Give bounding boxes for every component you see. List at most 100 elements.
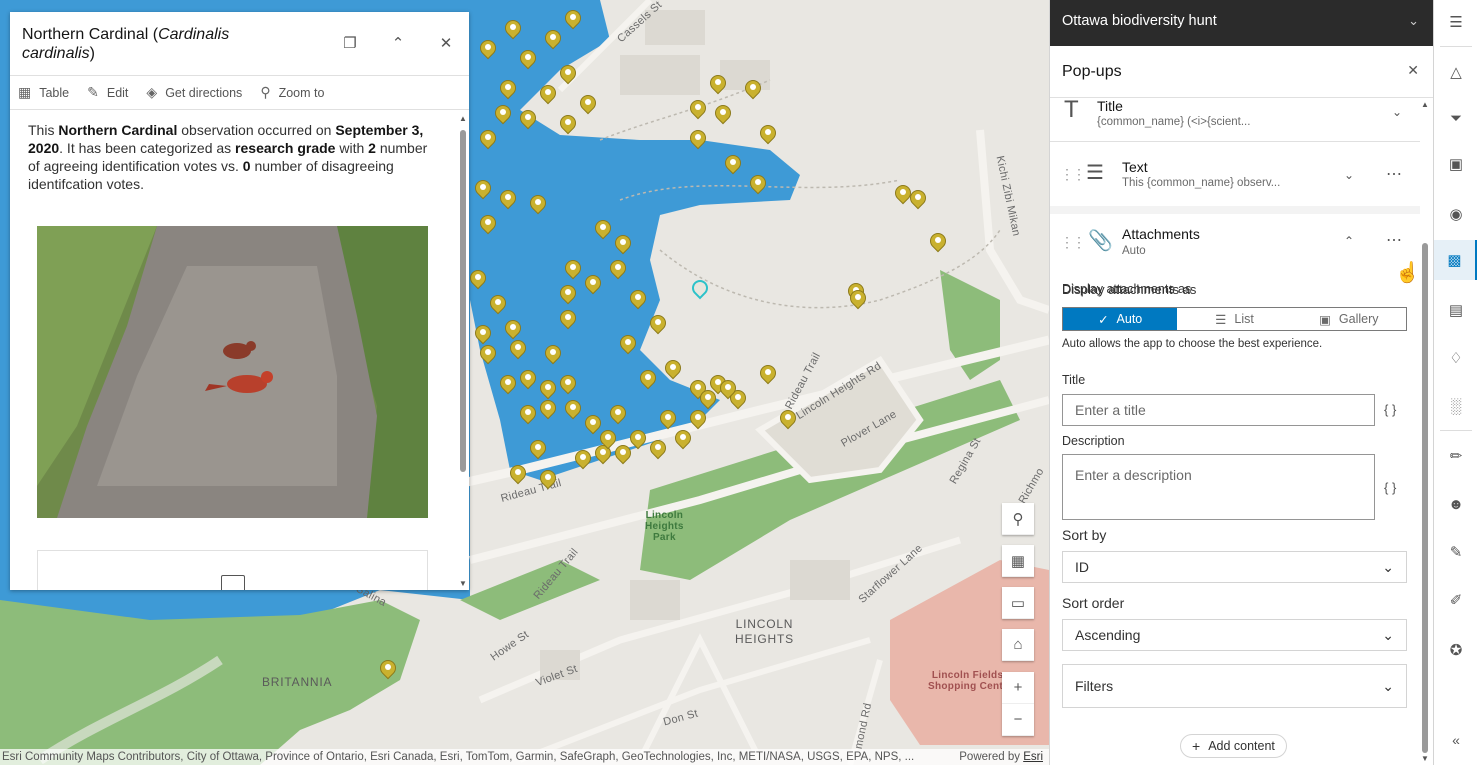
observation-pin-icon[interactable] [506,336,530,362]
observation-pin-icon[interactable] [686,406,710,432]
observation-pin-icon[interactable] [541,341,565,367]
app-bar[interactable]: Ottawa biodiversity hunt ⌄ [1050,0,1433,46]
observation-pin-icon[interactable] [606,256,630,282]
close-icon[interactable]: ✕ [1407,62,1419,79]
observation-pin-icon[interactable] [636,366,660,392]
observation-pin-icon[interactable] [556,61,580,87]
observation-pin-icon[interactable] [686,126,710,152]
drag-handle-icon[interactable]: ⋮⋮ [1060,234,1086,251]
observation-pin-icon[interactable] [741,76,765,102]
observation-pin-icon[interactable] [626,426,650,452]
search-icon[interactable]: ⚲ [1002,503,1034,535]
fullscreen-icon[interactable]: ▭ [1002,587,1034,619]
observation-pin-icon[interactable] [906,186,930,212]
panel-scrollbar[interactable]: ▲ ▼ [1421,98,1429,765]
description-input[interactable]: Enter a description [1062,454,1375,520]
filters-section[interactable]: Filters ⌄ [1062,664,1407,708]
chevron-down-icon[interactable]: ⌄ [1344,168,1354,182]
observation-pin-icon[interactable] [671,426,695,452]
observation-pin-icon[interactable] [711,101,735,127]
sort-by-select[interactable]: ID ⌄ [1062,551,1407,583]
scroll-up-icon[interactable]: ▲ [458,114,468,123]
zoom-in-button[interactable]: + [1002,672,1034,704]
observation-pin-icon[interactable] [571,446,595,472]
observation-pin-icon[interactable] [491,101,515,127]
observation-pin-icon[interactable] [596,426,620,452]
dock-icon[interactable]: ❐ [338,34,362,54]
scroll-up-icon[interactable]: ▲ [1421,100,1429,109]
basemap-icon[interactable]: ▦ [1002,545,1034,577]
popups-icon[interactable]: ▩ [1434,240,1477,280]
observation-pin-icon[interactable] [526,436,550,462]
observation-pin-icon[interactable] [591,216,615,242]
table-action[interactable]: ▦ Table [18,84,69,101]
attachment-photo[interactable] [37,226,428,518]
fields-icon[interactable]: ▣ [1434,144,1477,184]
scroll-down-icon[interactable]: ▼ [458,579,468,588]
observation-pin-icon[interactable] [626,286,650,312]
chevron-down-icon[interactable]: ⌄ [1392,105,1402,119]
observation-pin-icon[interactable] [376,656,400,682]
title-input[interactable]: Enter a title [1062,394,1375,426]
observation-pin-icon[interactable] [776,406,800,432]
text-block[interactable]: ⋮⋮ ☰ Text This {common_name} observ... ⌄… [1050,146,1420,210]
observation-pin-icon[interactable] [756,121,780,147]
observation-pin-icon[interactable] [541,26,565,52]
observation-pin-icon[interactable] [476,211,500,237]
chevron-up-icon[interactable]: ⌃ [1344,234,1354,248]
observation-pin-icon[interactable] [756,361,780,387]
filter-icon[interactable]: ⏷ [1434,98,1477,138]
observation-pin-icon[interactable] [661,356,685,382]
seg-gallery[interactable]: ▣ Gallery [1292,308,1406,330]
clustering-icon[interactable]: ◉ [1434,194,1477,234]
observation-pin-icon[interactable] [466,266,490,292]
add-content-button[interactable]: + Add content [1180,734,1287,758]
observation-pin-icon[interactable] [516,401,540,427]
selected-pin-icon[interactable] [688,276,712,302]
observation-pin-icon[interactable] [561,6,585,32]
style-icon[interactable]: △ [1434,52,1477,92]
observation-pin-icon[interactable] [686,96,710,122]
observation-pin-icon[interactable] [496,76,520,102]
observation-pin-icon[interactable] [536,466,560,492]
scroll-thumb[interactable] [1422,243,1428,753]
observation-pin-icon[interactable] [506,461,530,487]
observation-pin-icon[interactable] [606,401,630,427]
zoom-to-action[interactable]: ⚲ Zoom to [260,84,324,101]
observation-pin-icon[interactable] [716,376,740,402]
observation-pin-icon[interactable] [556,371,580,397]
people-icon[interactable]: ☻ [1434,484,1477,524]
sketch-icon[interactable]: ✏ [1434,436,1477,476]
seg-auto[interactable]: ✓ Auto [1063,308,1178,330]
charts-icon[interactable]: ░ [1434,386,1477,426]
drag-handle-icon[interactable]: ⋮⋮ [1060,166,1086,183]
draw-icon[interactable]: ✐ [1434,580,1477,620]
observation-pin-icon[interactable] [556,111,580,137]
observation-pin-icon[interactable] [721,151,745,177]
observation-pin-icon[interactable] [611,231,635,257]
home-icon[interactable]: ⌂ [1002,629,1034,661]
observation-pin-icon[interactable] [611,441,635,467]
labels-icon[interactable]: ▤ [1434,290,1477,330]
observation-pin-icon[interactable] [496,186,520,212]
observation-pin-icon[interactable] [646,311,670,337]
observation-pin-icon[interactable] [516,106,540,132]
observation-pin-icon[interactable] [561,256,585,282]
observation-pin-icon[interactable] [656,406,680,432]
popup-scrollbar[interactable]: ▲ ▼ [458,112,468,590]
observation-pin-icon[interactable] [486,291,510,317]
observation-pin-icon[interactable] [536,81,560,107]
observation-pin-icon[interactable] [496,371,520,397]
observation-pin-icon[interactable] [516,366,540,392]
observation-pin-icon[interactable] [576,91,600,117]
seg-list[interactable]: ☰ List [1177,308,1291,330]
more-icon[interactable]: ⋯ [1386,230,1403,250]
observation-pin-icon[interactable] [516,46,540,72]
wrench-icon[interactable]: ✪ [1434,630,1477,670]
attachment-card[interactable] [37,550,428,590]
observation-pin-icon[interactable] [581,411,605,437]
observation-pin-icon[interactable] [501,16,525,42]
observation-pin-icon[interactable] [561,396,585,422]
collapse-rail-icon[interactable]: « [1434,720,1477,760]
esri-link[interactable]: Esri [1023,751,1043,763]
